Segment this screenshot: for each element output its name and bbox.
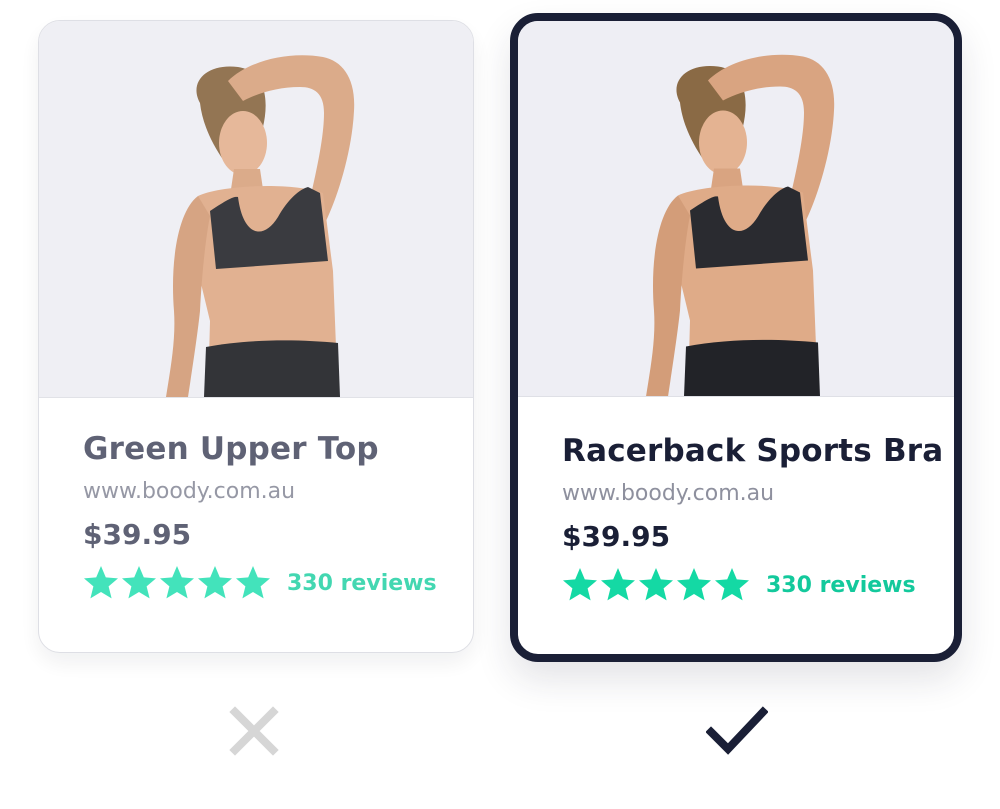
woman-in-black-sports-bra-photo — [166, 55, 355, 397]
star-rating — [562, 567, 752, 603]
star-icon — [639, 568, 673, 601]
cross-icon — [229, 706, 279, 756]
review-count-link[interactable]: 330 reviews — [287, 571, 437, 596]
product-price: $39.95 — [83, 518, 192, 551]
star-icon — [563, 568, 597, 601]
checkmark-icon — [706, 706, 768, 755]
star-icon — [715, 568, 749, 601]
product-title[interactable]: Green Upper Top — [83, 431, 453, 467]
star-rating — [83, 565, 273, 601]
product-card-racerback-sports-bra[interactable]: Racerback Sports Bra www.boody.com.au $3… — [510, 13, 962, 662]
star-icon — [160, 566, 194, 599]
product-title[interactable]: Racerback Sports Bra — [562, 433, 943, 469]
product-price: $39.95 — [562, 520, 671, 553]
product-url: www.boody.com.au — [562, 481, 775, 506]
product-rating: 330 reviews — [83, 565, 453, 601]
woman-in-black-sports-bra-photo — [646, 54, 835, 396]
star-icon — [677, 568, 711, 601]
star-icon — [236, 566, 270, 599]
star-icon — [198, 566, 232, 599]
product-photo — [39, 21, 473, 398]
star-icon — [122, 566, 156, 599]
product-rating: 330 reviews — [562, 567, 934, 603]
product-url: www.boody.com.au — [83, 479, 296, 504]
review-count-link[interactable]: 330 reviews — [766, 573, 916, 598]
star-icon — [601, 568, 635, 601]
product-card-green-upper-top[interactable]: Green Upper Top www.boody.com.au $39.95 … — [38, 20, 474, 653]
star-icon — [84, 566, 118, 599]
product-photo — [518, 21, 954, 397]
